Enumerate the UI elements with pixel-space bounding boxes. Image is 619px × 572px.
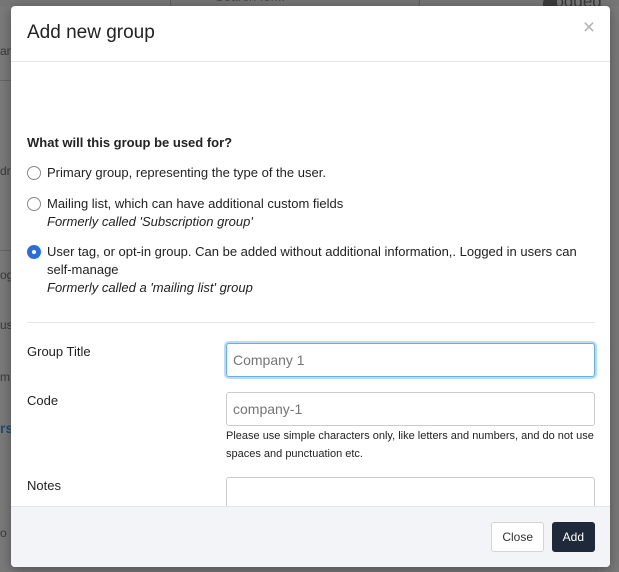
radio-user-tag[interactable]: [27, 245, 41, 259]
option-note: Formerly called 'Subscription group': [47, 214, 253, 229]
background-fragment: m: [0, 370, 10, 384]
option-mailing-list[interactable]: Mailing list, which can have additional …: [27, 195, 597, 231]
section-divider: [27, 322, 595, 323]
add-button[interactable]: Add: [551, 522, 595, 552]
background-fragment: o: [0, 526, 7, 540]
background-fragment: dr: [0, 164, 11, 178]
option-label: Primary group, representing the type of …: [47, 165, 326, 180]
radio-mailing-list[interactable]: [27, 197, 41, 211]
modal-title: Add new group: [27, 22, 155, 43]
usage-question: What will this group be used for?: [27, 135, 233, 150]
modal-header: Add new group ×: [11, 6, 610, 62]
group-title-label: Group Title: [27, 344, 91, 359]
add-group-modal: Add new group × What will this group be …: [11, 6, 610, 567]
option-label: User tag, or opt-in group. Can be added …: [47, 244, 577, 277]
option-user-tag[interactable]: User tag, or opt-in group. Can be added …: [27, 243, 597, 297]
option-label: Mailing list, which can have additional …: [47, 196, 344, 211]
code-input[interactable]: [226, 392, 595, 426]
close-button[interactable]: Close: [491, 522, 544, 552]
radio-primary-group[interactable]: [27, 166, 41, 180]
modal-footer: Close Add: [11, 506, 610, 567]
close-icon[interactable]: ×: [583, 17, 595, 38]
option-primary-group[interactable]: Primary group, representing the type of …: [27, 164, 597, 182]
code-label: Code: [27, 393, 59, 408]
group-title-input[interactable]: [226, 343, 595, 377]
notes-label: Notes: [27, 478, 61, 493]
option-note: Formerly called a 'mailing list' group: [47, 280, 253, 295]
code-help-text: Please use simple characters only, like …: [226, 430, 594, 460]
